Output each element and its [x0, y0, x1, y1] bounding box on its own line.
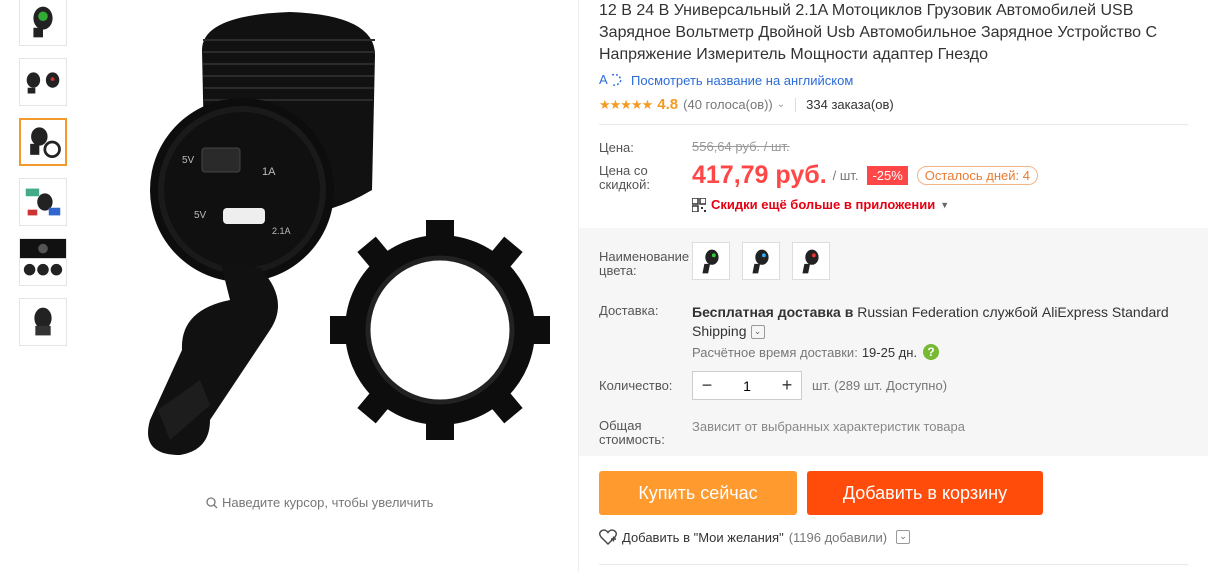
days-left-badge: Осталось дней: 4 — [916, 166, 1039, 185]
wishlist-text[interactable]: Добавить в "Мои желания" — [622, 530, 784, 545]
wishlist-count: (1196 добавили) — [788, 529, 888, 545]
orders-count: 334 заказа(ов) — [806, 97, 894, 112]
buy-now-button[interactable]: Купить сейчас — [599, 471, 797, 515]
quantity-label: Количество: — [599, 378, 673, 393]
help-icon[interactable]: ? — [923, 344, 940, 360]
total-label: Общая стоимость: — [599, 418, 665, 447]
zoom-hint-text: Наведите курсор, чтобы увеличить — [222, 495, 434, 510]
svg-text:A: A — [599, 72, 608, 87]
thumbnail-3-selected[interactable] — [19, 118, 67, 166]
heart-icon — [599, 529, 617, 545]
delivery-estimate: Расчётное время доставки: 19-25 дн. ? — [692, 344, 940, 360]
chevron-down-icon[interactable]: ⌄ — [777, 99, 785, 110]
thumbnail-1[interactable] — [19, 0, 67, 46]
svg-text:5V: 5V — [194, 210, 207, 221]
svg-text:1A: 1A — [262, 166, 276, 178]
chevron-down-icon: ▼ — [940, 199, 950, 210]
shipping-info: Бесплатная доставка в Russian Federation… — [692, 303, 1182, 341]
rating-stars: ★★★★★ — [599, 96, 653, 112]
divider — [599, 124, 1188, 125]
quantity-input[interactable] — [721, 376, 773, 395]
shipping-options-chevron-icon[interactable]: ⌄ — [750, 325, 765, 340]
total-value: Зависит от выбранных характеристик товар… — [692, 419, 965, 434]
color-label: Наименование цвета: — [599, 249, 690, 278]
color-swatch-green[interactable] — [692, 242, 730, 280]
price-row: 417,79 руб. / шт. -25% Осталось дней: 4 — [692, 161, 1039, 190]
wishlist-chevron-icon[interactable]: ⌄ — [896, 530, 911, 544]
discount-price-label: Цена со скидкой: — [599, 163, 650, 192]
thumbnail-4[interactable] — [19, 178, 67, 226]
color-swatch-red[interactable] — [792, 242, 830, 280]
app-promo-text[interactable]: Скидки ещё больше в приложении — [711, 197, 935, 212]
quantity-availability: шт. (289 шт. Доступно) — [812, 378, 948, 393]
svg-text:2.1A: 2.1A — [272, 226, 291, 236]
product-title: 12 В 24 В Универсальный 2.1A Мотоциклов … — [599, 2, 1158, 63]
old-price: 556,64 руб. / шт. — [692, 139, 790, 154]
translate-icon: A — [599, 72, 622, 87]
rating-row: ★★★★★ 4.8 (40 голоса(ов)) ⌄ 334 заказа(о… — [599, 96, 894, 113]
main-product-image[interactable]: 5V 1A 5V 2.1A — [110, 0, 560, 470]
thumbnail-6[interactable] — [19, 298, 67, 346]
quantity-increase-button[interactable]: + — [773, 375, 801, 396]
svg-text:5V: 5V — [182, 155, 195, 166]
votes-count[interactable]: (40 голоса(ов)) — [683, 97, 773, 112]
thumbnail-5[interactable] — [19, 238, 67, 286]
divider — [599, 564, 1188, 565]
add-to-cart-button[interactable]: Добавить в корзину — [807, 471, 1043, 515]
shipping-label: Доставка: — [599, 303, 659, 318]
eta-label: Расчётное время доставки: — [692, 344, 858, 360]
shipping-bold-text: Бесплатная доставка в — [692, 304, 854, 320]
add-to-wishlist[interactable]: Добавить в "Мои желания" (1196 добавили)… — [599, 529, 911, 545]
quantity-stepper: − + — [692, 371, 802, 400]
magnifier-icon — [206, 496, 218, 508]
translate-link[interactable]: A Посмотреть название на английском — [599, 72, 853, 88]
color-swatch-blue[interactable] — [742, 242, 780, 280]
price-label: Цена: — [599, 140, 634, 155]
zoom-hint: Наведите курсор, чтобы увеличить — [206, 495, 433, 510]
rating-separator — [795, 97, 797, 112]
rating-value: 4.8 — [657, 96, 679, 113]
eta-value: 19-25 дн. — [861, 344, 918, 360]
quantity-decrease-button[interactable]: − — [693, 375, 721, 396]
qr-code-icon — [692, 197, 706, 212]
current-price: 417,79 руб. — [692, 161, 827, 189]
app-promo-link[interactable]: Скидки ещё больше в приложении ▼ — [692, 197, 949, 212]
translate-link-text[interactable]: Посмотреть название на английском — [631, 73, 853, 88]
per-unit: / шт. — [832, 168, 859, 183]
discount-badge: -25% — [867, 166, 908, 185]
thumbnail-2[interactable] — [19, 58, 67, 106]
